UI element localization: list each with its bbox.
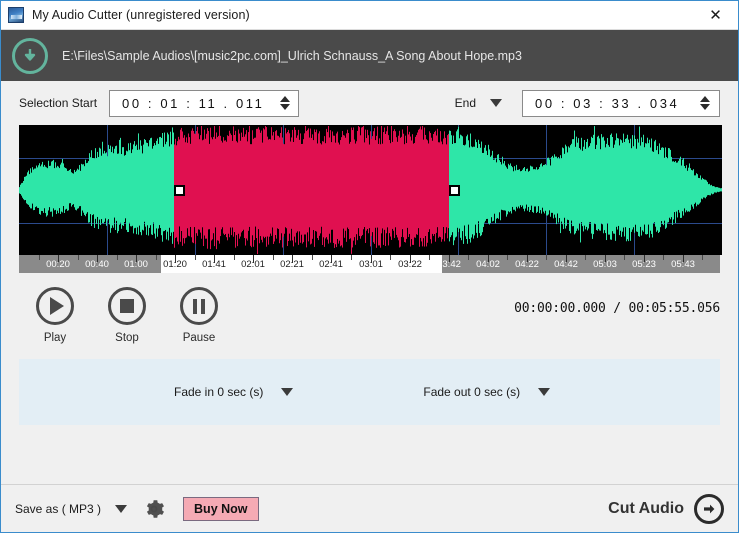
end-dropdown-chevron-down-icon[interactable] <box>490 99 502 107</box>
selection-end-stepper[interactable] <box>694 91 716 116</box>
ruler-tick-label: 04:22 <box>515 259 539 270</box>
selection-end-value[interactable]: 00 : 03 : 33 . 034 <box>523 96 689 111</box>
ruler-tick-minor <box>117 255 118 260</box>
fade-panel: Fade in 0 sec (s) Fade out 0 sec (s) <box>19 359 720 425</box>
ruler-tick-label: 02:21 <box>280 259 304 270</box>
selection-end-field[interactable]: 00 : 03 : 33 . 034 <box>522 89 720 117</box>
ruler-tick-minor <box>585 255 586 260</box>
ruler-tick-minor <box>507 255 508 260</box>
selection-start-field[interactable]: 00 : 01 : 11 . 011 <box>109 89 300 117</box>
ruler-tick-label: 05:03 <box>593 259 617 270</box>
pause-button[interactable]: Pause <box>163 287 235 344</box>
selection-start-handle[interactable] <box>174 185 185 196</box>
ruler-tick-label: 00:20 <box>46 259 70 270</box>
ruler-tick-label: 01:20 <box>163 259 187 270</box>
transport-controls: Play Stop Pause 00:00:00.000 / 00:05:55.… <box>1 273 738 359</box>
ruler-tick-minor <box>351 255 352 260</box>
window-title: My Audio Cutter (unregistered version) <box>32 8 250 22</box>
timeline-ruler[interactable]: 00:20 00:40 01:00 01:20 01:41 02:01 02:21 02:41… <box>19 255 720 273</box>
selection-start-value[interactable]: 00 : 01 : 11 . 011 <box>110 96 274 111</box>
stop-label: Stop <box>115 332 139 344</box>
fade-in-chevron-down-icon[interactable] <box>281 388 294 396</box>
settings-button[interactable] <box>143 498 165 520</box>
selection-end-label: End <box>454 96 476 110</box>
ruler-tick-minor <box>663 255 664 260</box>
selection-row: Selection Start 00 : 01 : 11 . 011 End 0… <box>1 81 738 125</box>
ruler-tick-label: 04:02 <box>476 259 500 270</box>
ruler-tick-label: 05:23 <box>632 259 656 270</box>
ruler-tick-minor <box>390 255 391 260</box>
bottom-toolbar: Save as ( MP3 ) Buy Now Cut Audio <box>1 484 738 532</box>
spinner-down-icon[interactable] <box>700 104 710 110</box>
download-arrow-icon[interactable] <box>12 37 48 74</box>
cut-audio-label: Cut Audio <box>608 499 684 517</box>
ruler-tick-label: 00:40 <box>85 259 109 270</box>
application-window: My Audio Cutter (unregistered version) ✕… <box>0 0 739 533</box>
stop-icon[interactable] <box>108 287 146 325</box>
ruler-tick-minor <box>273 255 274 260</box>
title-bar: My Audio Cutter (unregistered version) ✕ <box>1 1 738 30</box>
selection-start-label: Selection Start <box>19 96 98 110</box>
file-header-bar: E:\Files\Sample Audios\[music2pc.com]_Ul… <box>1 30 738 81</box>
ruler-tick-label: 05:43 <box>671 259 695 270</box>
ruler-tick-label: 02:41 <box>319 259 343 270</box>
selection-start-stepper[interactable] <box>275 91 296 116</box>
spinner-up-icon[interactable] <box>700 96 710 102</box>
arrow-right-circle-icon[interactable] <box>694 493 724 524</box>
ruler-tick-label: 01:00 <box>124 259 148 270</box>
spinner-up-icon[interactable] <box>279 96 290 102</box>
ruler-tick-label: 03:42 <box>437 259 461 270</box>
ruler-tick-minor <box>156 255 157 260</box>
ruler-tick-minor <box>702 255 703 260</box>
ruler-tick-minor <box>312 255 313 260</box>
playback-timecode: 00:00:00.000 / 00:05:55.056 <box>514 301 720 316</box>
ruler-tick-minor <box>78 255 79 260</box>
cut-audio-button[interactable]: Cut Audio <box>608 493 724 524</box>
fade-in-label: Fade in 0 sec (s) <box>174 385 264 399</box>
save-as-label: Save as ( MP3 ) <box>15 501 102 516</box>
selection-end-handle[interactable] <box>449 185 460 196</box>
ruler-tick-label: 03:01 <box>359 259 383 270</box>
fade-out-label: Fade out 0 sec (s) <box>423 385 521 399</box>
close-button[interactable]: ✕ <box>693 1 738 28</box>
ruler-tick-minor <box>39 255 40 260</box>
file-path-label: E:\Files\Sample Audios\[music2pc.com]_Ul… <box>62 48 522 63</box>
play-icon[interactable] <box>36 287 74 325</box>
play-label: Play <box>43 332 67 344</box>
waveform-canvas[interactable] <box>19 125 722 255</box>
pause-icon[interactable] <box>180 287 218 325</box>
stop-button[interactable]: Stop <box>91 287 163 344</box>
ruler-tick-label: 04:42 <box>554 259 578 270</box>
ruler-tick-label: 01:41 <box>202 259 226 270</box>
spinner-down-icon[interactable] <box>279 104 290 110</box>
ruler-tick-minor <box>468 255 469 260</box>
fade-out-chevron-down-icon[interactable] <box>538 388 551 396</box>
ruler-tick-label: 03:22 <box>398 259 422 270</box>
save-as-chevron-down-icon[interactable] <box>115 504 128 513</box>
fade-out-control[interactable]: Fade out 0 sec (s) <box>423 385 551 399</box>
ruler-tick-minor <box>624 255 625 260</box>
gear-icon <box>146 499 165 518</box>
app-logo-icon <box>8 7 24 23</box>
ruler-tick-label: 02:01 <box>241 259 265 270</box>
ruler-tick-minor <box>195 255 196 260</box>
ruler-tick-minor <box>546 255 547 260</box>
ruler-tick-minor <box>234 255 235 260</box>
fade-in-control[interactable]: Fade in 0 sec (s) <box>174 385 294 399</box>
pause-label: Pause <box>182 332 216 344</box>
buy-now-button[interactable]: Buy Now <box>183 496 259 521</box>
ruler-tick-minor <box>429 255 430 260</box>
play-button[interactable]: Play <box>19 287 91 344</box>
waveform-display[interactable]: 00:20 00:40 01:00 01:20 01:41 02:01 02:21 02:41… <box>19 125 722 273</box>
